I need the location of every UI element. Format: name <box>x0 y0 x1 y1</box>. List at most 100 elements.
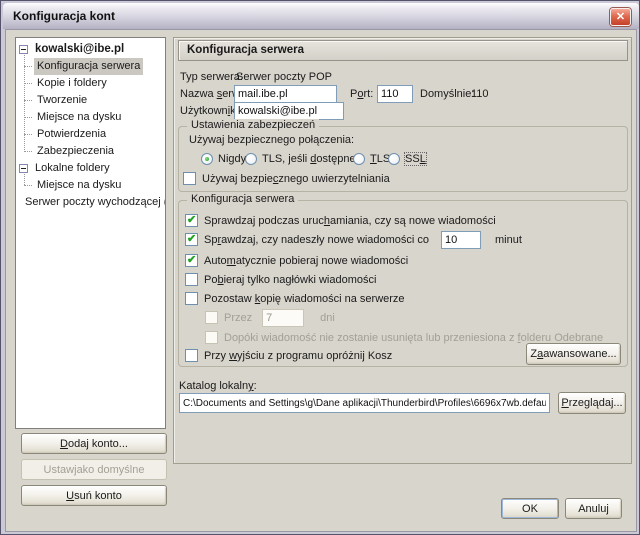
radio-ssl-label[interactable]: SSL <box>405 153 426 165</box>
headers-only-row[interactable]: Pobieraj tylko nagłówki wiadomości <box>185 272 376 287</box>
interval-unit-label: minut <box>495 234 522 246</box>
username-input[interactable] <box>234 102 344 120</box>
server-config-group: Konfiguracja serwera Sprawdzaj podczas u… <box>178 200 628 367</box>
port-default-value: 110 <box>471 88 489 100</box>
radio-tls-if-available[interactable]: TLS, jeśli dostępne <box>245 152 356 166</box>
secure-connection-label: Używaj bezpiecznego połączenia: <box>189 134 354 146</box>
close-icon[interactable]: ✕ <box>610 8 631 26</box>
headers-only-label[interactable]: Pobieraj tylko nagłówki wiadomości <box>204 274 376 286</box>
server-config-legend: Konfiguracja serwera <box>187 193 298 205</box>
tree-branch-icon <box>24 134 32 135</box>
leave-for-days-checkbox <box>205 311 218 324</box>
security-settings-group: Ustawienia zabezpieczeń Używaj bezpieczn… <box>178 126 628 192</box>
tree-branch-icon <box>24 100 32 101</box>
tree-branch-icon <box>24 151 32 152</box>
username-label: Użytkownik: <box>180 105 239 117</box>
radio-tls-icon[interactable] <box>353 153 365 165</box>
tree-item-label: Tworzenie <box>34 92 90 109</box>
radio-never-icon[interactable] <box>201 153 213 165</box>
tree-item-smtp-server[interactable]: Serwer poczty wychodzącej (S... <box>16 194 165 211</box>
tree-branch-icon <box>24 66 32 67</box>
until-deleted-checkbox <box>205 331 218 344</box>
panel-title: Konfiguracja serwera <box>178 40 628 61</box>
tree-item-security[interactable]: Zabezpieczenia <box>16 143 165 160</box>
radio-tls-if-available-label[interactable]: TLS, jeśli dostępne <box>262 153 356 165</box>
account-settings-dialog: Konfiguracja kont ✕ kowalski@ibe.pl Konf… <box>0 0 640 535</box>
check-startup-label[interactable]: Sprawdzaj podczas uruchamiania, czy są n… <box>204 215 496 227</box>
empty-trash-row[interactable]: Przy wyjściu z programu opróżnij Kosz <box>185 348 392 363</box>
tree-item-copies-folders[interactable]: Kopie i foldery <box>16 75 165 92</box>
radio-ssl[interactable]: SSL <box>388 152 426 166</box>
tree-item-label: Zabezpieczenia <box>34 143 117 160</box>
browse-button[interactable]: Przeglądaj... <box>558 392 626 414</box>
auto-download-row[interactable]: Automatycznie pobieraj nowe wiadomości <box>185 253 408 268</box>
empty-trash-checkbox[interactable] <box>185 349 198 362</box>
secure-auth-checkbox[interactable] <box>183 172 196 185</box>
port-input[interactable] <box>377 85 413 103</box>
radio-never-label[interactable]: Nigdy <box>218 153 246 165</box>
account-tree[interactable]: kowalski@ibe.pl Konfiguracja serwera Kop… <box>15 37 166 429</box>
leave-copy-row[interactable]: Pozostaw kopię wiadomości na serwerze <box>185 291 405 306</box>
collapse-expander-icon[interactable] <box>19 164 28 173</box>
set-default-account-button: Ustaw jako domyślne <box>21 459 167 480</box>
auto-download-label[interactable]: Automatycznie pobieraj nowe wiadomości <box>204 255 408 267</box>
add-account-button[interactable]: Dodaj konto... <box>21 433 167 454</box>
advanced-button[interactable]: Zaawansowane... <box>526 343 621 365</box>
secure-auth-checkbox-row[interactable]: Używaj bezpiecznego uwierzytelniania <box>183 171 390 186</box>
check-startup-checkbox[interactable] <box>185 214 198 227</box>
leave-copy-checkbox[interactable] <box>185 292 198 305</box>
tree-item-local-folders[interactable]: Lokalne foldery <box>16 160 165 177</box>
tree-item-label: Kopie i foldery <box>34 75 110 92</box>
check-interval-checkbox[interactable] <box>185 233 198 246</box>
tree-branch-icon <box>24 117 32 118</box>
check-startup-row[interactable]: Sprawdzaj podczas uruchamiania, czy są n… <box>185 213 496 228</box>
radio-never[interactable]: Nigdy <box>201 152 246 166</box>
server-settings-panel: Konfiguracja serwera Typ serwera: Serwer… <box>173 37 632 464</box>
tree-item-account-root[interactable]: kowalski@ibe.pl <box>16 41 165 58</box>
tree-item-local-disk-space[interactable]: Miejsce na dysku <box>16 177 165 194</box>
tree-item-label: Serwer poczty wychodzącej (S... <box>22 194 166 211</box>
server-name-input[interactable] <box>234 85 337 103</box>
auto-download-checkbox[interactable] <box>185 254 198 267</box>
tree-item-label: Miejsce na dysku <box>34 109 124 126</box>
leave-copy-label[interactable]: Pozostaw kopię wiadomości na serwerze <box>204 293 405 305</box>
leave-for-days-label: Przez <box>224 312 252 324</box>
server-type-label: Typ serwera: <box>180 71 243 83</box>
port-default-label: Domyślnie: <box>420 88 474 100</box>
ok-button[interactable]: OK <box>501 498 559 519</box>
security-group-legend: Ustawienia zabezpieczeń <box>187 119 319 131</box>
tree-item-label: Miejsce na dysku <box>34 177 124 194</box>
empty-trash-label[interactable]: Przy wyjściu z programu opróżnij Kosz <box>204 350 392 362</box>
leave-for-days-row: Przez dni <box>205 310 335 325</box>
remove-account-button[interactable]: Usuń konto <box>21 485 167 506</box>
radio-tls-if-available-icon[interactable] <box>245 153 257 165</box>
interval-minutes-input[interactable] <box>441 231 481 249</box>
tree-item-disk-space[interactable]: Miejsce na dysku <box>16 109 165 126</box>
days-unit-label: dni <box>320 312 335 324</box>
check-interval-label[interactable]: Sprawdzaj, czy nadeszły nowe wiadomości … <box>204 234 429 246</box>
local-directory-label: Katalog lokalny: <box>179 380 257 392</box>
tree-branch-icon <box>24 185 32 186</box>
check-interval-row[interactable]: Sprawdzaj, czy nadeszły nowe wiadomości … <box>185 232 522 247</box>
tree-item-label: kowalski@ibe.pl <box>32 41 127 58</box>
headers-only-checkbox[interactable] <box>185 273 198 286</box>
tree-item-composition[interactable]: Tworzenie <box>16 92 165 109</box>
radio-ssl-icon[interactable] <box>388 153 400 165</box>
server-type-value: Serwer poczty POP <box>236 71 332 83</box>
leave-for-days-input <box>262 309 304 327</box>
tree-item-label: Lokalne foldery <box>32 160 113 177</box>
tree-item-server-settings[interactable]: Konfiguracja serwera <box>16 58 165 75</box>
port-label: Port: <box>350 88 373 100</box>
cancel-button[interactable]: Anuluj <box>565 498 622 519</box>
window-title: Konfiguracja kont <box>13 3 115 29</box>
tree-item-label: Konfiguracja serwera <box>34 58 143 75</box>
secure-auth-label[interactable]: Używaj bezpiecznego uwierzytelniania <box>202 173 390 185</box>
title-bar[interactable]: Konfiguracja kont ✕ <box>3 3 639 29</box>
radio-tls[interactable]: TLS <box>353 152 390 166</box>
until-deleted-label: Dopóki wiadomość nie zostanie usunięta l… <box>224 332 603 344</box>
tree-item-label: Potwierdzenia <box>34 126 109 143</box>
tree-branch-icon <box>24 83 32 84</box>
collapse-expander-icon[interactable] <box>19 45 28 54</box>
local-directory-input[interactable] <box>179 393 550 413</box>
tree-item-receipts[interactable]: Potwierdzenia <box>16 126 165 143</box>
